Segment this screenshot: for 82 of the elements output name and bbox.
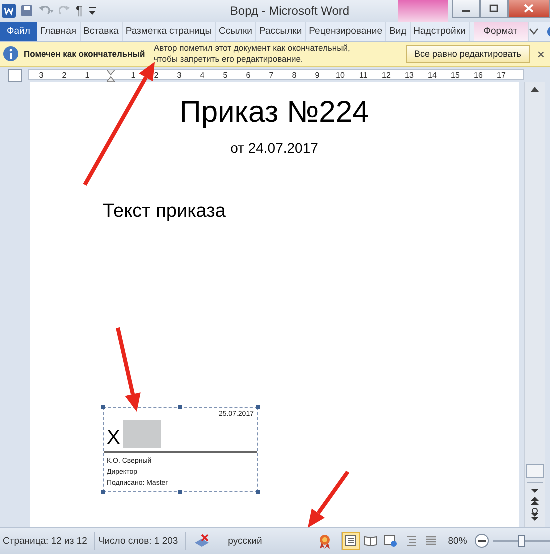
- browse-object-icons[interactable]: [530, 487, 540, 523]
- scroll-up-icon[interactable]: [531, 86, 539, 92]
- contextual-tab-band: [398, 0, 448, 22]
- resize-handle[interactable]: [256, 490, 260, 494]
- scroll-thumb[interactable]: [526, 464, 544, 478]
- resize-handle[interactable]: [178, 490, 182, 494]
- resize-handle[interactable]: [256, 405, 260, 409]
- ruler-number: 8: [292, 71, 297, 80]
- ribbon-tab[interactable]: Формат: [474, 22, 529, 41]
- ribbon-tab[interactable]: Ссылки: [216, 22, 256, 41]
- info-bar-message: Автор пометил этот документ как окончательный, чтобы запретить его редактирование.: [154, 43, 352, 65]
- view-button[interactable]: [342, 532, 360, 550]
- resize-handle[interactable]: [101, 405, 105, 409]
- file-tab[interactable]: Файл: [0, 22, 38, 41]
- ribbon-tab[interactable]: Главная: [37, 22, 81, 41]
- ribbon-tab[interactable]: Вставка: [80, 22, 123, 41]
- award-ribbon-icon[interactable]: [319, 534, 332, 548]
- ruler-number: 2: [62, 71, 67, 80]
- undo-icon[interactable]: [38, 5, 54, 17]
- resize-handle[interactable]: [178, 405, 182, 409]
- document-date: от 24.07.2017: [230, 140, 318, 156]
- document-heading: Приказ №224: [180, 96, 370, 130]
- ruler-number: 6: [246, 71, 251, 80]
- resize-handle[interactable]: [101, 490, 105, 494]
- proofing-icon[interactable]: [194, 534, 210, 548]
- vertical-scrollbar[interactable]: [524, 82, 545, 527]
- ruler-number: 9: [315, 71, 320, 80]
- ruler-number: 1: [85, 71, 90, 80]
- indent-marker-icon[interactable]: [106, 70, 114, 82]
- ruler-number: 10: [336, 71, 345, 80]
- close-icon: [524, 4, 534, 13]
- language[interactable]: русский: [218, 532, 270, 550]
- ruler-number: 17: [497, 71, 506, 80]
- maximize-button[interactable]: [480, 0, 508, 18]
- ribbon-tab[interactable]: Рассылки: [256, 22, 306, 41]
- draft-view-icon: [424, 534, 438, 548]
- ruler-number: 16: [474, 71, 483, 80]
- minimize-button[interactable]: [452, 0, 480, 18]
- ruler-number: 11: [359, 71, 368, 80]
- annotation-arrow: [308, 470, 350, 528]
- save-icon[interactable]: [21, 5, 33, 17]
- slider-thumb[interactable]: [518, 535, 525, 547]
- ruler-number: 14: [428, 71, 437, 80]
- ruler-number: 13: [405, 71, 414, 80]
- zoom-slider[interactable]: [493, 534, 550, 548]
- info-icon: [3, 46, 19, 62]
- ruler-number: 7: [269, 71, 274, 80]
- web-view-icon: [384, 534, 398, 548]
- ribbon-tab[interactable]: Рецензирование: [306, 22, 386, 41]
- customize-caret-icon[interactable]: [88, 6, 97, 16]
- page-count[interactable]: Страница: 12 из 12: [0, 532, 96, 550]
- minus-icon: [478, 537, 486, 545]
- zoom-out-button[interactable]: [475, 534, 490, 548]
- close-button[interactable]: [508, 0, 550, 18]
- outline-view-icon: [404, 534, 418, 548]
- info-bar-title: Помечен как окончательный: [24, 48, 146, 60]
- ribbon-tab[interactable]: Вид: [386, 22, 411, 41]
- show-marks-button[interactable]: ¶: [76, 4, 83, 18]
- ruler-number: 5: [223, 71, 228, 80]
- window-title: Ворд - Microsoft Word: [229, 4, 351, 18]
- ruler-number: 1: [131, 71, 136, 80]
- zoom-level[interactable]: 80%: [448, 536, 468, 546]
- signature-image: [123, 420, 162, 448]
- print-view-icon: [344, 534, 358, 548]
- ribbon-tab[interactable]: Надстройки: [410, 22, 470, 41]
- ruler-number: 3: [39, 71, 44, 80]
- ruler-number: 15: [451, 71, 460, 80]
- reading-view-icon: [364, 534, 378, 548]
- ruler-tab-selector[interactable]: [8, 69, 22, 82]
- ruler-number: 4: [200, 71, 205, 80]
- edit-anyway-button[interactable]: Все равно редактировать: [406, 45, 530, 63]
- ribbon-tab[interactable]: Разметка страницы: [122, 22, 216, 41]
- word-count[interactable]: Число слов: 1 203: [95, 532, 186, 550]
- ruler-number: 12: [382, 71, 391, 80]
- ruler-number: 3: [177, 71, 182, 80]
- close-button[interactable]: ×: [537, 46, 545, 62]
- word-icon[interactable]: [2, 4, 16, 18]
- document-text: Текст приказа: [103, 201, 226, 223]
- ruler-number: 2: [154, 71, 159, 80]
- signature-x: X: [107, 428, 120, 448]
- collapse-ribbon-icon[interactable]: [528, 28, 539, 36]
- restore-icon: [489, 4, 499, 13]
